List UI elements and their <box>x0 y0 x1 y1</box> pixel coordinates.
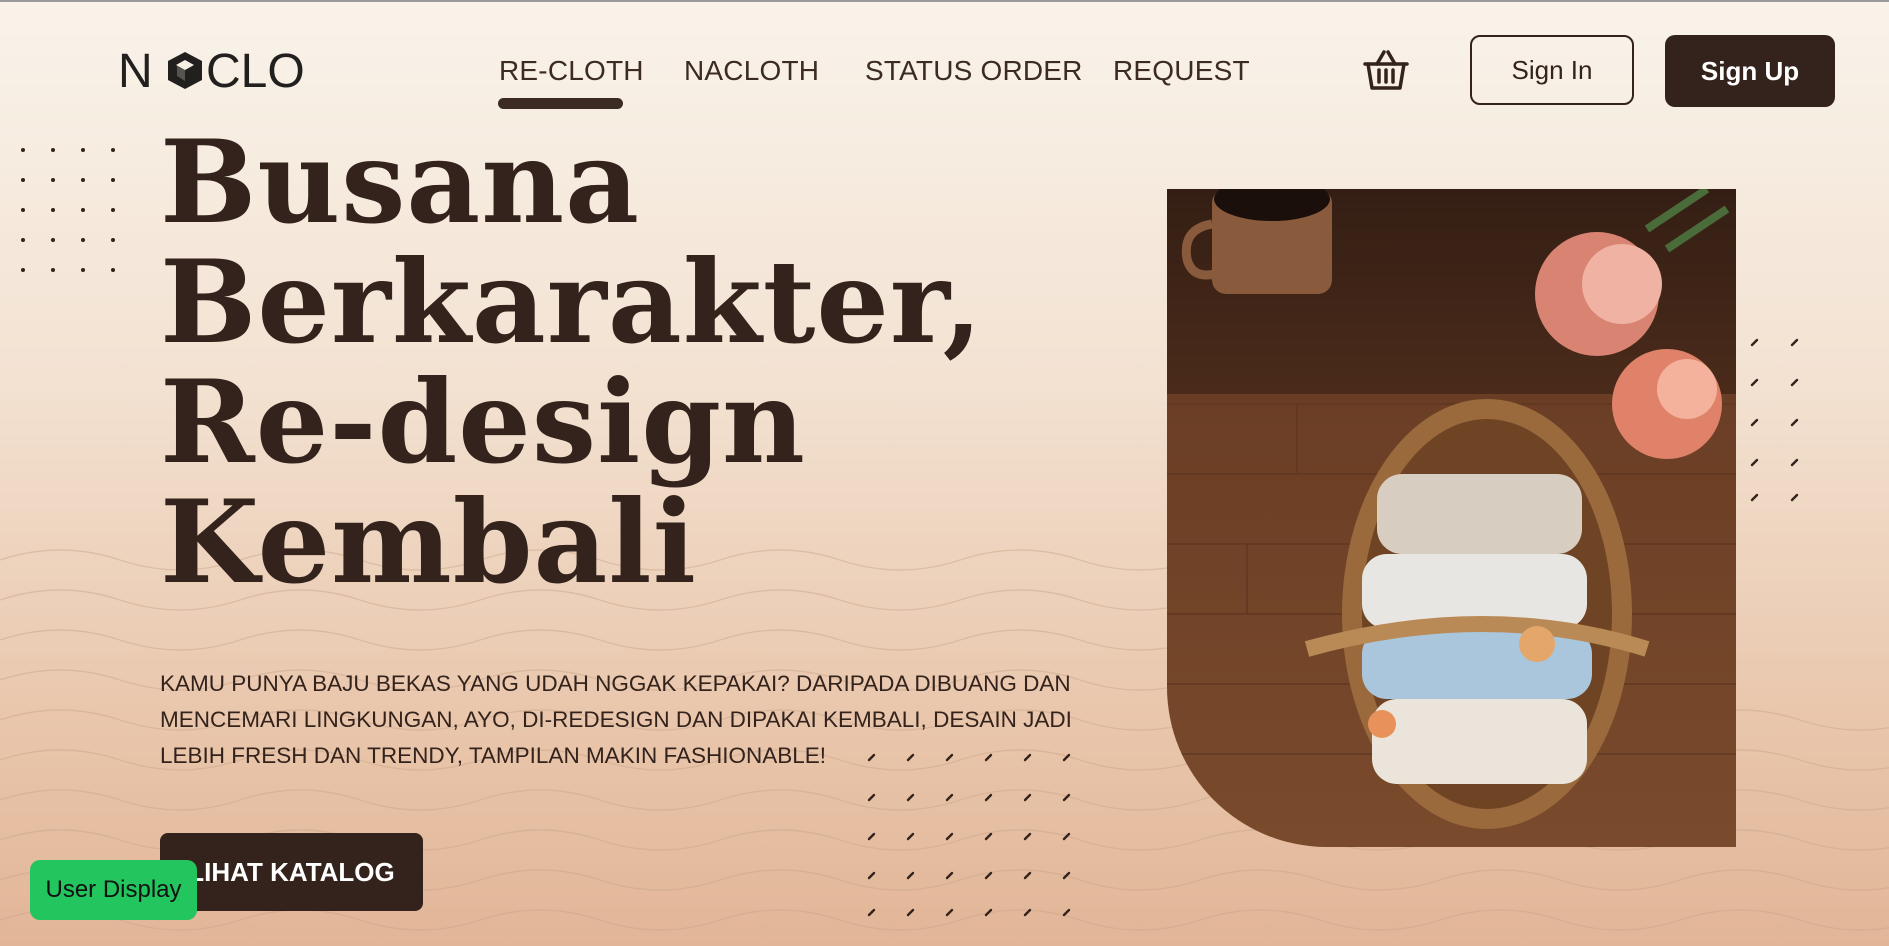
user-display-badge[interactable]: User Display <box>30 860 197 920</box>
headline-line-2: Berkarakter, <box>160 235 984 369</box>
brand-logo[interactable]: N CLO <box>118 46 306 94</box>
headline-line-4: Kembali <box>160 475 697 609</box>
svg-text:N: N <box>118 46 153 94</box>
sign-in-button[interactable]: Sign In <box>1470 35 1634 105</box>
nav-item-nacloth[interactable]: NACLOTH <box>684 55 819 87</box>
basket-icon[interactable] <box>1363 48 1409 92</box>
nav-item-recloth[interactable]: RE-CLOTH <box>499 55 644 87</box>
headline-line-1: Busana <box>160 115 641 249</box>
decorative-dot-grid-top-left <box>21 148 115 272</box>
hero-headline: Busana Berkarakter, Re-design Kembali <box>160 122 983 602</box>
hero-photo <box>1167 189 1736 847</box>
svg-text:CLO: CLO <box>206 46 305 94</box>
decorative-dot-grid-bottom <box>867 753 1071 917</box>
nav-item-status-order[interactable]: STATUS ORDER <box>865 55 1083 87</box>
decorative-dot-grid-right <box>1750 338 1799 502</box>
window-top-border <box>0 0 1889 2</box>
sign-up-button[interactable]: Sign Up <box>1665 35 1835 107</box>
headline-line-3: Re-design <box>160 355 806 489</box>
nav-item-request[interactable]: REQUEST <box>1113 55 1250 87</box>
lihat-katalog-button[interactable]: LIHAT KATALOG <box>160 833 423 911</box>
nav-active-indicator <box>498 98 623 109</box>
hero-description: Kamu punya baju bekas yang udah nggak ke… <box>160 671 1072 768</box>
